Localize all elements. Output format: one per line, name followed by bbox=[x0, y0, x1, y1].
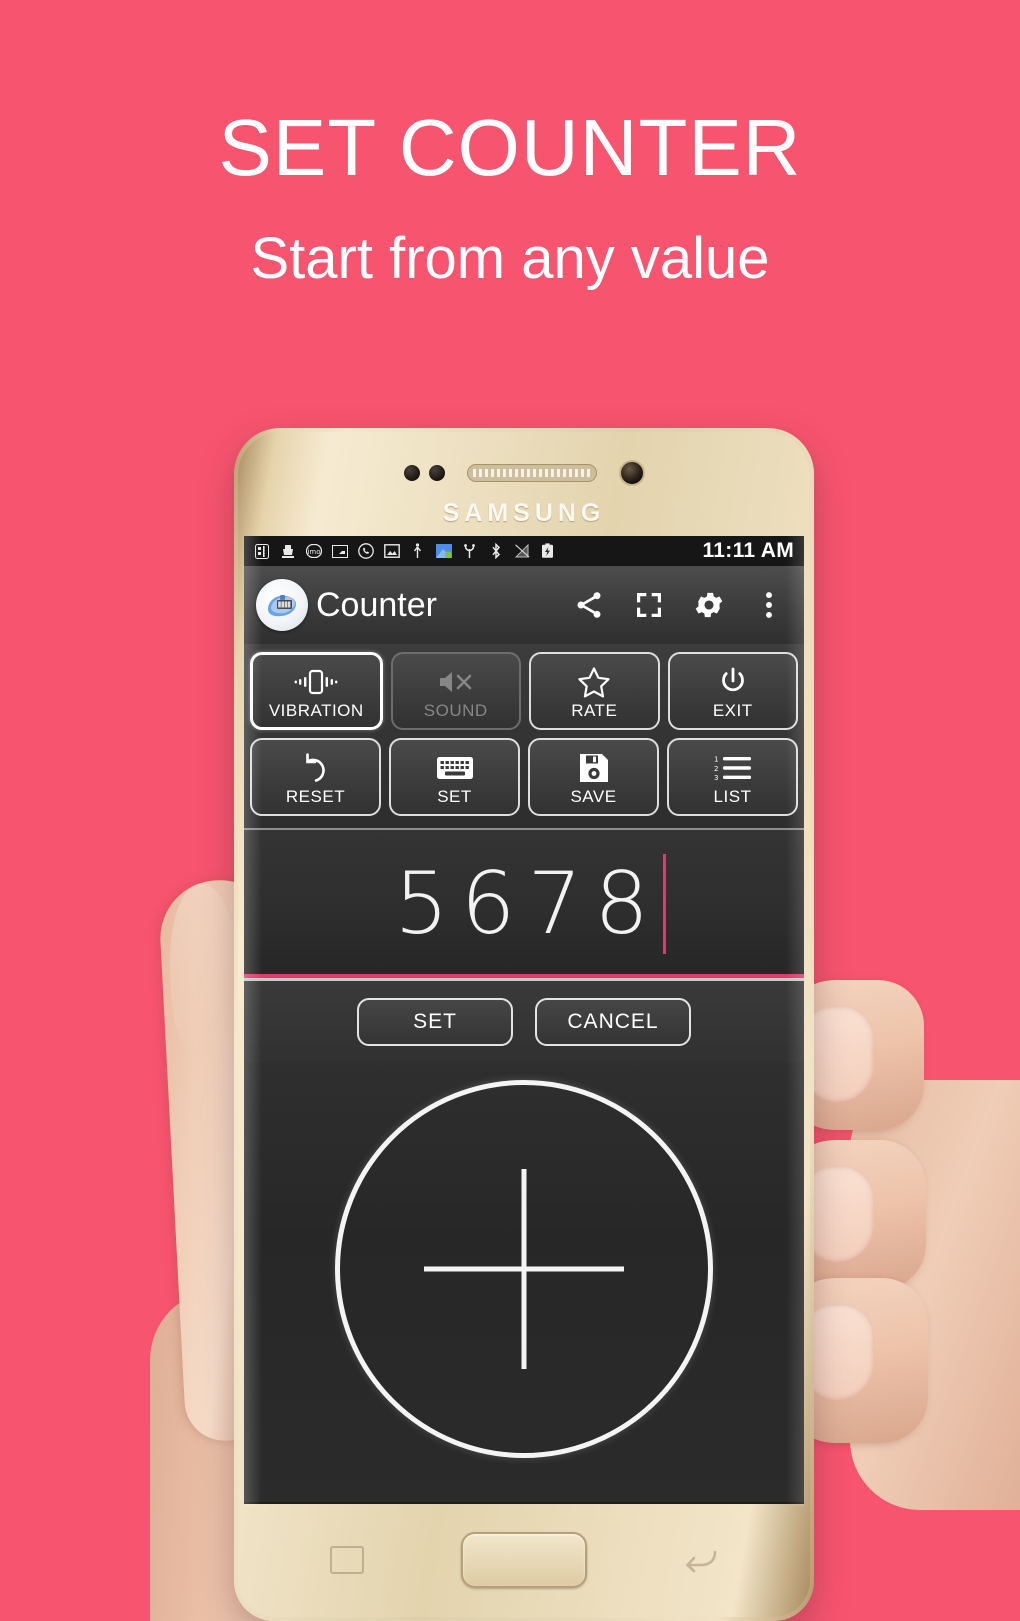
android-status-bar: imo 11:11 AM bbox=[244, 536, 804, 566]
promo-header: SET COUNTER Start from any value bbox=[0, 0, 1020, 288]
signal-off-icon bbox=[512, 542, 531, 561]
svg-text:3: 3 bbox=[714, 774, 718, 782]
function-label: LIST bbox=[713, 786, 752, 806]
earpiece-speaker bbox=[466, 464, 597, 482]
confirm-row: SET CANCEL bbox=[244, 978, 804, 1062]
svg-text:2: 2 bbox=[714, 765, 718, 773]
overflow-menu-icon[interactable] bbox=[750, 586, 788, 624]
numbered-list-icon: 1 2 3 bbox=[714, 750, 752, 786]
knuckles bbox=[850, 1080, 1020, 1510]
function-label: EXIT bbox=[712, 700, 753, 720]
page-subtitle: Start from any value bbox=[250, 226, 770, 291]
keyboard-icon bbox=[436, 750, 474, 786]
set-keyboard-button[interactable]: SET bbox=[389, 738, 520, 816]
function-label: VIBRATION bbox=[268, 700, 364, 720]
plus-button[interactable] bbox=[335, 1080, 713, 1458]
home-button[interactable] bbox=[461, 1531, 587, 1588]
app-title: Counter bbox=[316, 585, 437, 624]
function-label: RATE bbox=[571, 700, 618, 720]
floppy-disk-icon bbox=[578, 750, 610, 786]
vibration-icon bbox=[294, 664, 338, 700]
sim-card-icon bbox=[252, 542, 271, 561]
function-row-2: RESET SET SAVE 1 2 3 LIST bbox=[250, 738, 798, 816]
recents-button[interactable] bbox=[330, 1545, 364, 1574]
reset-button[interactable]: RESET bbox=[250, 738, 381, 816]
function-label: RESET bbox=[285, 786, 346, 806]
svg-text:imo: imo bbox=[307, 548, 320, 556]
star-icon bbox=[577, 664, 611, 700]
usb-icon bbox=[408, 542, 427, 561]
gallery-icon bbox=[382, 542, 401, 561]
phone-bottom-bezel bbox=[238, 1504, 810, 1615]
back-button[interactable] bbox=[684, 1546, 718, 1574]
function-label: SET bbox=[437, 786, 472, 806]
imo-app-icon: imo bbox=[304, 542, 323, 561]
page-title: SET COUNTER bbox=[218, 103, 802, 192]
vibration-button[interactable]: VIBRATION bbox=[250, 652, 383, 730]
share-icon[interactable] bbox=[570, 586, 608, 624]
maps-icon bbox=[434, 542, 453, 561]
power-icon bbox=[717, 664, 749, 700]
app-bar: Counter bbox=[244, 566, 804, 644]
save-button[interactable]: SAVE bbox=[528, 738, 659, 816]
phone-screen: imo 11:11 AM Counter VIBRATION SOUND RAT… bbox=[244, 536, 804, 1504]
counter-app-icon[interactable] bbox=[256, 579, 308, 631]
plus-icon bbox=[424, 1169, 624, 1369]
device-brand-label: SAMSUNG bbox=[442, 499, 606, 527]
usb-debug-icon bbox=[460, 542, 479, 561]
proximity-sensor bbox=[403, 465, 445, 481]
phone-top-bezel: SAMSUNG bbox=[238, 432, 810, 536]
whatsapp-icon bbox=[356, 542, 375, 561]
sound-button[interactable]: SOUND bbox=[390, 652, 521, 730]
text-cursor bbox=[662, 854, 666, 954]
counter-value: 5678 bbox=[394, 854, 661, 954]
phone-device: SAMSUNG imo 11:11 AM Counter VIBRATION S… bbox=[234, 428, 814, 1621]
input-underline bbox=[244, 974, 804, 978]
function-row-1: VIBRATION SOUND RATE EXIT bbox=[250, 652, 798, 730]
function-button-grid: VIBRATION SOUND RATE EXIT RESET SET SAVE… bbox=[244, 644, 804, 828]
cancel-button[interactable]: CANCEL bbox=[535, 997, 691, 1046]
battery-charging-icon bbox=[538, 542, 557, 561]
gear-icon[interactable] bbox=[690, 586, 728, 624]
sound-off-icon bbox=[436, 664, 476, 700]
exit-button[interactable]: EXIT bbox=[667, 652, 798, 730]
set-confirm-button[interactable]: SET bbox=[357, 997, 513, 1046]
status-bar-clock: 11:11 AM bbox=[702, 539, 794, 562]
sd-card-icon bbox=[330, 542, 349, 561]
download-manager-icon bbox=[278, 542, 297, 561]
increment-area bbox=[244, 1062, 804, 1502]
undo-icon bbox=[299, 750, 333, 786]
fullscreen-icon[interactable] bbox=[630, 586, 668, 624]
bluetooth-icon bbox=[486, 542, 505, 561]
list-button[interactable]: 1 2 3 LIST bbox=[667, 738, 798, 816]
function-label: SOUND bbox=[423, 700, 488, 720]
rate-button[interactable]: RATE bbox=[529, 652, 660, 730]
svg-text:1: 1 bbox=[714, 755, 718, 763]
front-camera-icon bbox=[618, 460, 645, 486]
counter-value-field[interactable]: 5678 bbox=[244, 828, 804, 978]
function-label: SAVE bbox=[570, 786, 617, 806]
